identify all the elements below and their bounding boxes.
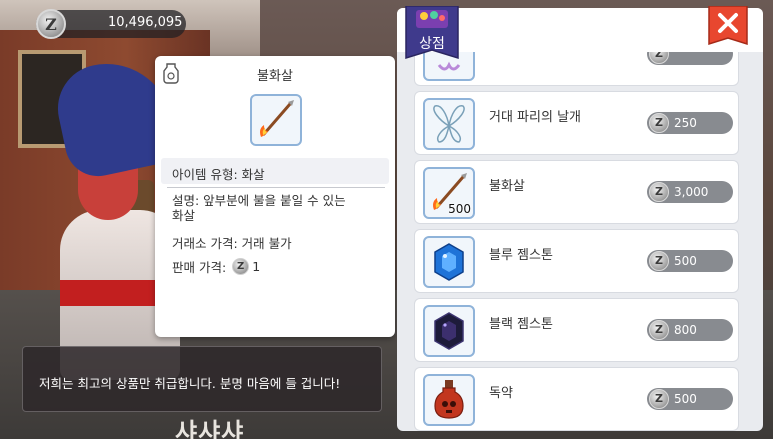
poison-bottle-icon [423, 374, 475, 426]
item-description: 설명: 앞부분에 불을 붙일 수 있는 화살 [172, 193, 382, 223]
item-detail-panel: 불화살 아이템 유형: 화살 설명: 앞부분에 불을 붙일 수 있는 화살 거래… [155, 56, 395, 337]
item-detail-title: 불화살 [257, 69, 293, 84]
item-type-text: 아이템 유형: 화살 [172, 167, 265, 182]
zeny-coin-icon: Z [649, 320, 669, 340]
sell-price-row: 판매 가격: Z 1 [172, 257, 260, 276]
price-pill: Z [647, 52, 733, 65]
shop-panel: Z 거대 파리의 날개 Z 250 500 불화살 Z 3,000 블루 젬스톤… [397, 8, 763, 431]
npc-dialogue-text: 저희는 최고의 상품만 취급합니다. 분명 마음에 들 겁니다! [39, 376, 341, 391]
item-description-line1: 설명: 앞부분에 불을 붙일 수 있는 [172, 193, 346, 208]
shop-item-list[interactable]: Z 거대 파리의 날개 Z 250 500 불화살 Z 3,000 블루 젬스톤… [397, 52, 763, 431]
item-quantity: 500 [448, 202, 471, 216]
trade-price: 거래소 가격: 거래 불가 [172, 236, 292, 251]
zeny-coin-icon: Z [649, 113, 669, 133]
item-price: 250 [674, 116, 697, 130]
shop-item-black-gemstone[interactable]: 블랙 젬스톤 Z 800 [414, 298, 739, 362]
shop-item-poison[interactable]: 독약 Z 500 [414, 367, 739, 431]
black-gemstone-icon [423, 305, 475, 357]
shop-badge: 상점 [404, 6, 460, 66]
item-name: 블루 젬스톤 [489, 248, 553, 263]
sell-price-label: 판매 가격: [172, 260, 227, 275]
zeny-coin-icon: Z [232, 258, 250, 275]
item-price: 500 [674, 392, 697, 406]
price-pill: Z 3,000 [647, 181, 733, 203]
fire-arrow-icon: 500 [423, 167, 475, 219]
npc-dialogue-box[interactable]: 저희는 최고의 상품만 취급합니다. 분명 마음에 들 겁니다! [22, 346, 382, 412]
npc-sign-text: 샤샤샤 [175, 418, 245, 439]
price-pill: Z 500 [647, 388, 733, 410]
shop-item-fly-wing[interactable]: 거대 파리의 날개 Z 250 [414, 91, 739, 155]
item-name: 블랙 젬스톤 [489, 317, 553, 332]
sell-price-value: 1 [252, 259, 261, 274]
shop-badge-label: 상점 [419, 36, 445, 52]
zeny-coin-icon: Z [649, 182, 669, 202]
shop-item-row[interactable]: Z [414, 52, 739, 86]
price-pill: Z 500 [647, 250, 733, 272]
price-pill: Z 800 [647, 319, 733, 341]
zeny-coin-icon: Z [649, 52, 669, 64]
fire-arrow-icon [250, 94, 302, 146]
divider [167, 187, 385, 188]
zeny-coin-icon: Z [649, 389, 669, 409]
item-name: 거대 파리의 날개 [489, 110, 581, 125]
item-name: 불화살 [489, 179, 525, 194]
item-price: 500 [674, 254, 697, 268]
zeny-coin-icon: Z [36, 9, 66, 39]
item-name: 독약 [489, 386, 513, 401]
shop-item-fire-arrow[interactable]: 500 불화살 Z 3,000 [414, 160, 739, 224]
zeny-coin-icon: Z [649, 251, 669, 271]
item-type-row: 아이템 유형: 화살 [161, 158, 389, 184]
fly-wing-icon [423, 98, 475, 150]
item-price: 3,000 [674, 185, 709, 199]
item-price: 800 [674, 323, 697, 337]
item-description-line2: 화살 [172, 208, 196, 223]
price-pill: Z 250 [647, 112, 733, 134]
close-icon [708, 6, 748, 46]
blue-gemstone-icon [423, 236, 475, 288]
shop-item-blue-gemstone[interactable]: 블루 젬스톤 Z 500 [414, 229, 739, 293]
close-button[interactable] [707, 6, 749, 52]
currency-amount: 10,496,095 [108, 15, 183, 30]
